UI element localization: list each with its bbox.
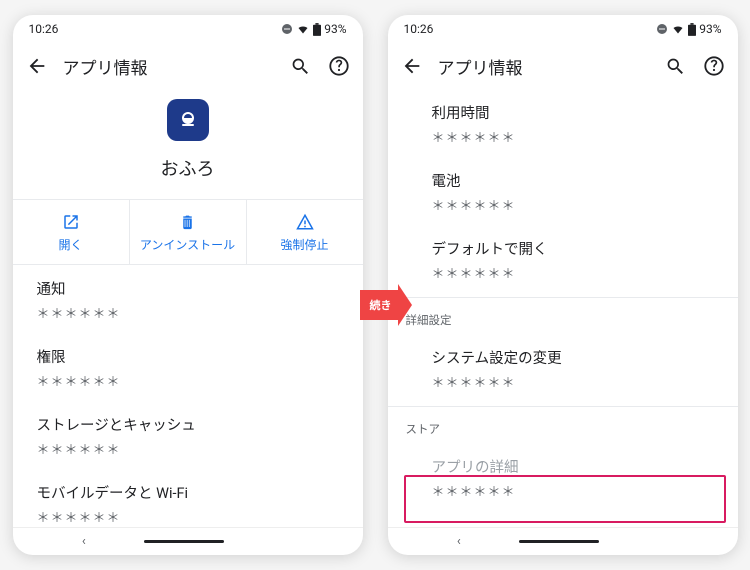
status-icons: 93% [656,22,721,36]
continue-arrow: 続き [360,290,398,320]
battery-pct: 93% [699,22,721,36]
nav-back-icon[interactable]: ‹ [457,534,461,549]
item-title: モバイルデータと Wi-Fi [37,482,339,503]
app-bar-title: アプリ情報 [438,54,650,79]
list-item[interactable]: デフォルトで開く ＊＊＊＊＊＊ [388,225,738,293]
app-bar-title: アプリ情報 [63,54,275,79]
section-store: ストア [388,411,738,443]
battery-pct: 93% [324,22,346,36]
dnd-icon [656,23,668,35]
list-item[interactable]: 通知 ＊＊＊＊＊＊ [13,265,363,333]
force-stop-label: 強制停止 [280,238,328,254]
status-bar: 10:26 93% [388,15,738,43]
status-icons: 93% [281,22,346,36]
open-icon [62,212,80,232]
force-stop-button[interactable]: 強制停止 [247,200,363,264]
list-item[interactable]: システム設定の変更 ＊＊＊＊＊＊ [388,334,738,402]
settings-list: 通知 ＊＊＊＊＊＊ 権限 ＊＊＊＊＊＊ ストレージとキャッシュ ＊＊＊＊＊＊ モ… [13,265,363,527]
status-time: 10:26 [29,22,59,36]
help-button[interactable] [327,54,351,78]
item-sub: ＊＊＊＊＊＊ [37,439,339,458]
nav-home-pill[interactable] [144,540,224,544]
open-button[interactable]: 開く [13,200,130,264]
list-item[interactable]: モバイルデータと Wi-Fi ＊＊＊＊＊＊ [13,469,363,527]
app-header: おふろ [13,89,363,199]
item-sub: ＊＊＊＊＊＊ [432,127,714,146]
status-bar: 10:26 93% [13,15,363,43]
nav-back-icon[interactable]: ‹ [82,534,86,549]
list-item-version[interactable]: バージョン ＊.＊.＊ [388,511,738,527]
back-button[interactable] [25,54,49,78]
uninstall-button[interactable]: アンインストール [130,200,247,264]
item-sub: ＊＊＊＊＊＊ [432,481,714,500]
warning-icon [295,212,315,232]
battery-icon [688,23,696,36]
search-button[interactable] [664,54,688,78]
item-sub: ＊＊＊＊＊＊ [37,303,339,322]
wifi-icon [671,23,685,35]
list-item[interactable]: 利用時間 ＊＊＊＊＊＊ [388,89,738,157]
battery-icon [313,23,321,36]
nav-home-pill[interactable] [519,540,599,544]
item-title: ストレージとキャッシュ [37,414,339,435]
divider [388,406,738,407]
item-sub: ＊＊＊＊＊＊ [432,372,714,391]
item-title: 電池 [432,170,714,191]
list-item[interactable]: ストレージとキャッシュ ＊＊＊＊＊＊ [13,401,363,469]
app-name: おふろ [161,155,215,181]
continue-label: 続き [370,297,392,313]
divider [388,297,738,298]
uninstall-label: アンインストール [140,238,235,254]
item-title: デフォルトで開く [432,238,714,259]
status-time: 10:26 [404,22,434,36]
item-title: 権限 [37,346,339,367]
item-sub: ＊＊＊＊＊＊ [37,507,339,526]
list-item[interactable]: 電池 ＊＊＊＊＊＊ [388,157,738,225]
app-bar: アプリ情報 [13,43,363,89]
wifi-icon [296,23,310,35]
item-sub: ＊＊＊＊＊＊ [37,371,339,390]
nav-bar: ‹ [388,527,738,555]
phone-left: 10:26 93% アプリ情報 [13,15,363,555]
trash-icon [179,212,196,232]
back-button[interactable] [400,54,424,78]
open-label: 開く [58,238,82,254]
action-row: 開く アンインストール 強制停止 [13,199,363,265]
app-icon [167,99,209,141]
item-sub: ＊＊＊＊＊＊ [432,195,714,214]
settings-list: 利用時間 ＊＊＊＊＊＊ 電池 ＊＊＊＊＊＊ デフォルトで開く ＊＊＊＊＊＊ 詳細… [388,89,738,527]
list-item[interactable]: 権限 ＊＊＊＊＊＊ [13,333,363,401]
list-item[interactable]: アプリの詳細 ＊＊＊＊＊＊ [388,443,738,511]
dnd-icon [281,23,293,35]
item-sub: ＊＊＊＊＊＊ [432,263,714,282]
app-bar: アプリ情報 [388,43,738,89]
item-title: 通知 [37,278,339,299]
help-button[interactable] [702,54,726,78]
nav-bar: ‹ [13,527,363,555]
item-title: 利用時間 [432,102,714,123]
phone-right: 10:26 93% アプリ情報 利用時間 [388,15,738,555]
section-advanced: 詳細設定 [388,302,738,334]
item-title: システム設定の変更 [432,347,714,368]
search-button[interactable] [289,54,313,78]
item-title: アプリの詳細 [432,456,714,477]
